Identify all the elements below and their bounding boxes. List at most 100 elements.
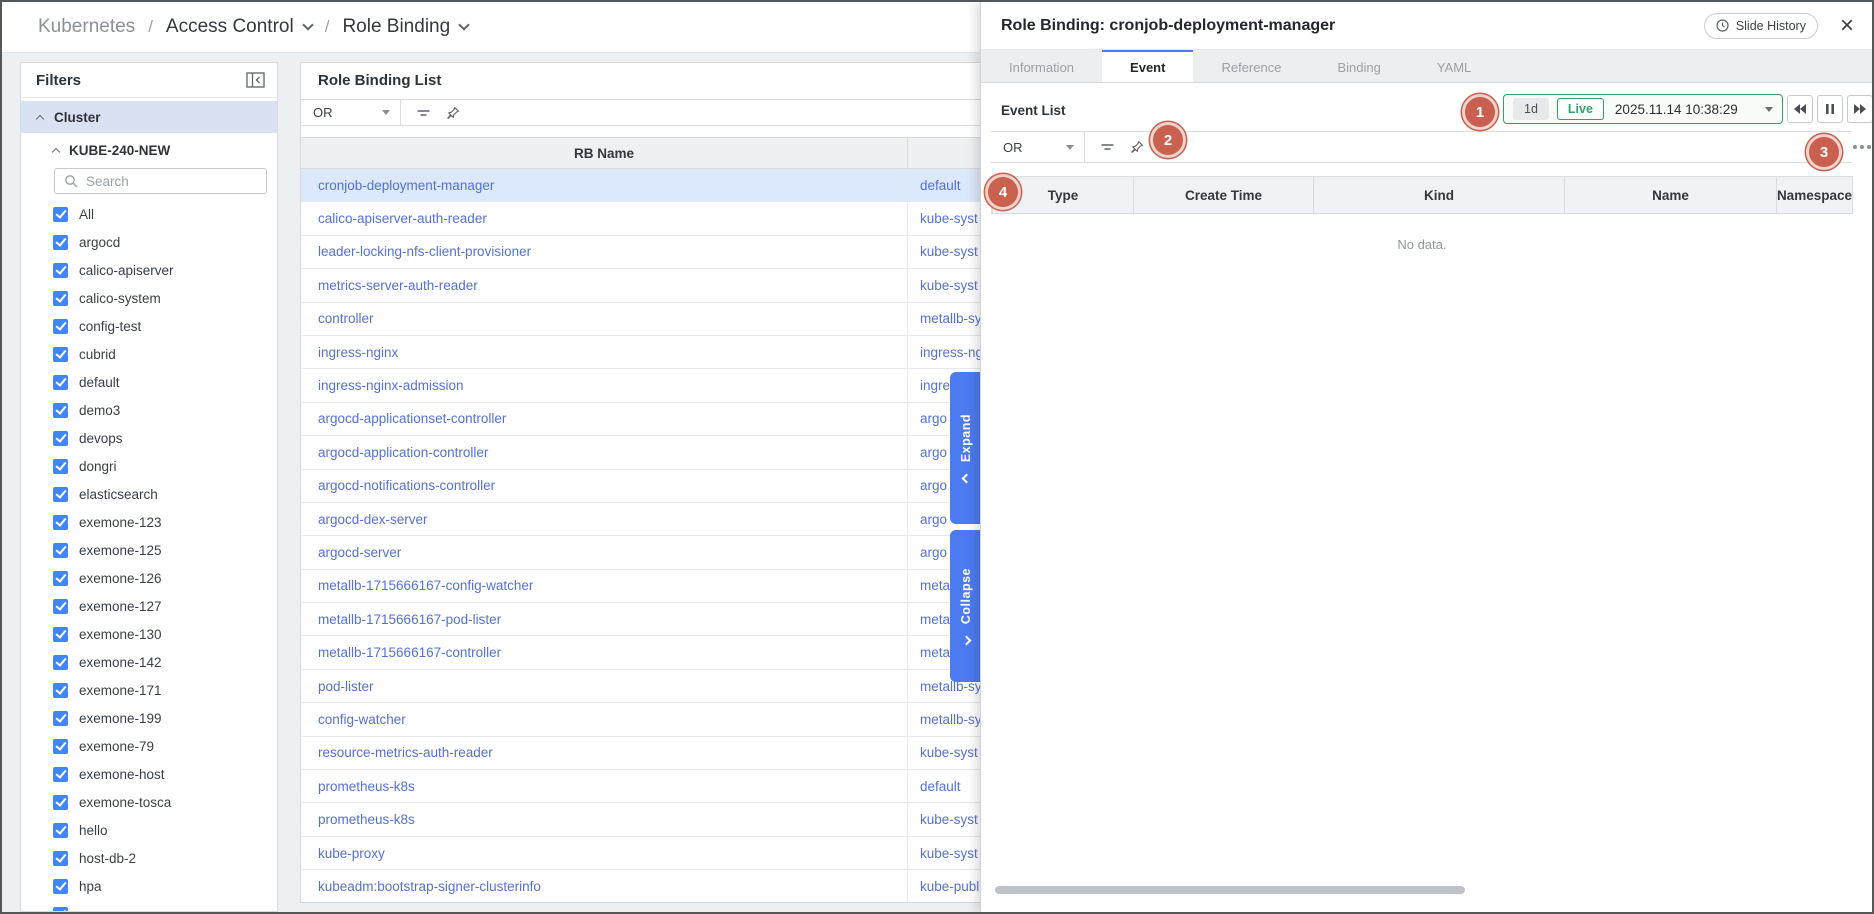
checkbox-checked-icon[interactable]: [53, 263, 68, 278]
namespace-link[interactable]: argo: [920, 478, 947, 493]
rb-name-link[interactable]: prometheus-k8s: [318, 812, 415, 827]
namespace-checkbox-item[interactable]: devops: [21, 424, 277, 452]
namespace-checkbox-item[interactable]: cubrid: [21, 340, 277, 368]
checkbox-checked-icon[interactable]: [53, 487, 68, 502]
checkbox-checked-icon[interactable]: [53, 627, 68, 642]
rb-name-link[interactable]: argocd-notifications-controller: [318, 478, 495, 493]
namespace-link[interactable]: kube-syst: [920, 846, 978, 861]
checkbox-checked-icon[interactable]: [53, 823, 68, 838]
time-range-chip[interactable]: 1d: [1513, 98, 1549, 120]
namespace-checkbox-item[interactable]: exemone-123: [21, 508, 277, 536]
checkbox-checked-icon[interactable]: [53, 235, 68, 250]
checkbox-checked-icon[interactable]: [53, 739, 68, 754]
slide-history-button[interactable]: Slide History: [1704, 13, 1818, 39]
rb-name-link[interactable]: argocd-application-controller: [318, 445, 488, 460]
namespace-link[interactable]: argo: [920, 512, 947, 527]
namespace-checkbox-item[interactable]: exemone-79: [21, 732, 277, 760]
checkbox-checked-icon[interactable]: [53, 599, 68, 614]
tab-event[interactable]: Event: [1102, 50, 1193, 82]
namespace-link[interactable]: metallb-sy: [920, 311, 982, 326]
live-chip[interactable]: Live: [1557, 98, 1604, 120]
checkbox-checked-icon[interactable]: [53, 879, 68, 894]
checkbox-checked-icon[interactable]: [53, 207, 68, 222]
tab-reference[interactable]: Reference: [1193, 50, 1309, 82]
rb-name-link[interactable]: pod-lister: [318, 679, 374, 694]
operator-select[interactable]: OR: [991, 132, 1085, 162]
checkbox-checked-icon[interactable]: [53, 515, 68, 530]
checkbox-checked-icon[interactable]: [53, 851, 68, 866]
filter-icon[interactable]: [416, 107, 431, 119]
horizontal-scrollbar[interactable]: [995, 886, 1465, 894]
rewind-button[interactable]: [1787, 95, 1813, 123]
checkbox-checked-icon[interactable]: [53, 459, 68, 474]
checkbox-checked-icon[interactable]: [53, 795, 68, 810]
rb-name-link[interactable]: kubeadm:bootstrap-signer-clusterinfo: [318, 879, 541, 894]
namespace-checkbox-item[interactable]: exemone-host: [21, 760, 277, 788]
checkbox-checked-icon[interactable]: [53, 711, 68, 726]
pin-icon[interactable]: [1130, 140, 1144, 154]
rb-name-link[interactable]: cronjob-deployment-manager: [318, 178, 494, 193]
pin-icon[interactable]: [446, 106, 460, 120]
checkbox-checked-icon[interactable]: [53, 907, 68, 913]
breadcrumb-role-binding[interactable]: Role Binding: [342, 16, 468, 38]
namespace-checkbox-item[interactable]: exemone-tosca: [21, 788, 277, 816]
rb-name-link[interactable]: ingress-nginx-admission: [318, 378, 464, 393]
namespace-checkbox-item[interactable]: exemone-142: [21, 648, 277, 676]
collapse-panel-button[interactable]: Collapse: [950, 530, 982, 682]
namespace-checkbox-item[interactable]: elasticsearch: [21, 480, 277, 508]
namespace-link[interactable]: argo: [920, 411, 947, 426]
tab-information[interactable]: Information: [981, 50, 1102, 82]
namespace-checkbox-item[interactable]: config-test: [21, 312, 277, 340]
tab-yaml[interactable]: YAML: [1409, 50, 1499, 82]
rb-name-link[interactable]: controller: [318, 311, 374, 326]
namespace-checkbox-item[interactable]: demo3: [21, 396, 277, 424]
namespace-checkbox-item[interactable]: dongri: [21, 452, 277, 480]
namespace-checkbox-item[interactable]: exemone-127: [21, 592, 277, 620]
rb-name-link[interactable]: argocd-applicationset-controller: [318, 411, 506, 426]
rb-name-link[interactable]: metallb-1715666167-pod-lister: [318, 612, 501, 627]
expand-panel-button[interactable]: Expand: [950, 372, 982, 524]
namespace-checkbox-item[interactable]: exemone-126: [21, 564, 277, 592]
namespace-checkbox-item[interactable]: All: [21, 200, 277, 228]
checkbox-checked-icon[interactable]: [53, 683, 68, 698]
checkbox-checked-icon[interactable]: [53, 571, 68, 586]
checkbox-checked-icon[interactable]: [53, 655, 68, 670]
namespace-checkbox-item[interactable]: host-db-2: [21, 844, 277, 872]
rb-name-link[interactable]: leader-locking-nfs-client-provisioner: [318, 244, 531, 259]
close-icon[interactable]: ×: [1832, 14, 1862, 38]
cluster-node[interactable]: KUBE-240-NEW: [21, 135, 277, 166]
namespace-link[interactable]: kube-syst: [920, 244, 978, 259]
namespace-checkbox-item[interactable]: calico-apiserver: [21, 256, 277, 284]
rb-name-link[interactable]: metallb-1715666167-config-watcher: [318, 578, 533, 593]
rb-name-link[interactable]: metallb-1715666167-controller: [318, 645, 501, 660]
namespace-link[interactable]: metallb-sy: [920, 712, 982, 727]
checkbox-checked-icon[interactable]: [53, 403, 68, 418]
collapse-panel-icon[interactable]: [246, 72, 265, 88]
rb-name-link[interactable]: metrics-server-auth-reader: [318, 278, 478, 293]
namespace-link[interactable]: kube-syst: [920, 278, 978, 293]
namespace-checkbox-item[interactable]: hpa: [21, 872, 277, 900]
namespace-checkbox-item[interactable]: default: [21, 368, 277, 396]
namespace-link[interactable]: kube-syst: [920, 745, 978, 760]
rb-name-link[interactable]: calico-apiserver-auth-reader: [318, 211, 487, 226]
namespace-link[interactable]: default: [920, 178, 961, 193]
fast-forward-button[interactable]: [1847, 95, 1873, 123]
namespace-checkbox-item[interactable]: hello: [21, 816, 277, 844]
namespace-checkbox-item[interactable]: exemone-125: [21, 536, 277, 564]
namespace-checkbox-item[interactable]: argocd: [21, 228, 277, 256]
filter-icon[interactable]: [1100, 141, 1115, 153]
tab-binding[interactable]: Binding: [1309, 50, 1408, 82]
namespace-link[interactable]: default: [920, 779, 961, 794]
checkbox-checked-icon[interactable]: [53, 375, 68, 390]
namespace-link[interactable]: ingress-ng: [920, 345, 983, 360]
checkbox-checked-icon[interactable]: [53, 319, 68, 334]
namespace-link[interactable]: kube-syst: [920, 211, 978, 226]
namespace-checkbox-item[interactable]: exemone-130: [21, 620, 277, 648]
namespace-checkbox-item[interactable]: exemone-171: [21, 676, 277, 704]
namespace-item-partial[interactable]: [21, 900, 277, 912]
rb-name-link[interactable]: argocd-server: [318, 545, 401, 560]
checkbox-checked-icon[interactable]: [53, 347, 68, 362]
more-options-icon[interactable]: [1853, 145, 1871, 149]
rb-name-link[interactable]: ingress-nginx: [318, 345, 398, 360]
checkbox-checked-icon[interactable]: [53, 431, 68, 446]
